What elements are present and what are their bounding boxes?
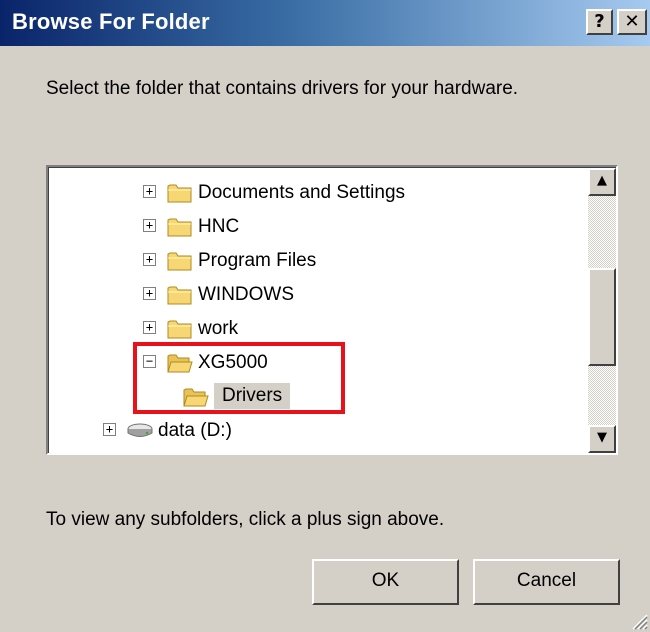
hint-text: To view any subfolders, click a plus sig… <box>46 509 445 530</box>
tree-item-label: data (D:) <box>158 420 232 441</box>
folder-icon <box>167 252 192 271</box>
down-arrow-icon: ▼ <box>597 430 607 445</box>
vertical-scrollbar[interactable]: ▲ ▼ <box>588 168 616 453</box>
tree-item-label: Program Files <box>198 250 317 271</box>
resize-grip-icon[interactable] <box>630 612 648 630</box>
browse-for-folder-dialog: Browse For Folder ? ✕ Select the folder … <box>0 0 650 632</box>
folder-icon <box>167 218 192 237</box>
scroll-thumb[interactable] <box>588 268 616 366</box>
title-bar[interactable]: Browse For Folder ? ✕ <box>0 0 650 46</box>
cancel-button[interactable]: Cancel <box>473 559 620 605</box>
folder-icon <box>167 184 192 203</box>
close-button[interactable]: ✕ <box>617 9 647 35</box>
prompt-text: Select the folder that contains drivers … <box>46 78 519 99</box>
tree-item-label: WINDOWS <box>198 284 295 305</box>
expand-icon[interactable]: + <box>143 287 156 300</box>
tree-item-label: Documents and Settings <box>198 182 406 203</box>
dialog-title: Browse For Folder <box>12 9 210 34</box>
ok-button[interactable]: OK <box>312 559 459 605</box>
expand-icon[interactable]: + <box>143 219 156 232</box>
expand-icon[interactable]: + <box>143 185 156 198</box>
up-arrow-icon: ▲ <box>597 173 607 188</box>
help-button[interactable]: ? <box>586 9 613 35</box>
tree-item-label: work <box>198 318 239 339</box>
folder-icon <box>167 320 192 339</box>
expand-icon[interactable]: + <box>103 423 116 436</box>
expand-icon[interactable]: + <box>143 321 156 334</box>
tree-item-label: HNC <box>198 216 240 237</box>
expand-icon[interactable]: + <box>143 253 156 266</box>
close-icon: ✕ <box>624 11 640 32</box>
highlight-annotation <box>133 342 345 414</box>
folder-icon <box>167 286 192 305</box>
scroll-down-button[interactable]: ▼ <box>588 425 616 453</box>
scroll-up-button[interactable]: ▲ <box>588 168 616 196</box>
drive-icon <box>127 423 153 437</box>
